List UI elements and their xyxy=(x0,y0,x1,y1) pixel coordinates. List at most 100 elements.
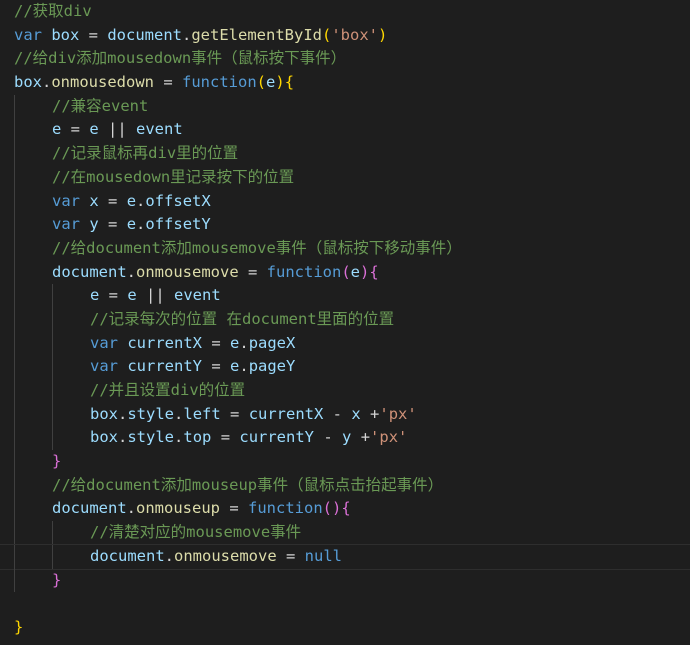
code-token: = xyxy=(98,191,127,210)
code-token: currentY xyxy=(127,357,202,376)
code-line[interactable]: } xyxy=(0,450,690,474)
code-line[interactable]: //清楚对应的mousemove事件 xyxy=(0,521,690,545)
code-line[interactable]: box.onmousedown = function(e){ xyxy=(0,71,690,95)
code-token: //清楚对应的mousemove事件 xyxy=(90,523,302,542)
code-line[interactable]: var x = e.offsetX xyxy=(0,189,690,214)
code-token: onmousemove xyxy=(136,262,239,281)
code-token: document xyxy=(90,546,165,565)
code-token: top xyxy=(183,428,212,447)
code-token: . xyxy=(136,191,146,210)
code-token: style xyxy=(127,404,175,423)
code-token: event xyxy=(136,120,183,139)
code-token: = xyxy=(79,25,108,44)
code-line[interactable]: e = e || event xyxy=(0,284,690,308)
code-line[interactable]: //给document添加mousemove事件（鼠标按下移动事件） xyxy=(0,236,690,261)
indent-guide xyxy=(52,284,53,308)
code-token: e xyxy=(90,286,100,305)
indent-guide xyxy=(14,94,15,119)
code-token: . xyxy=(118,404,128,423)
code-token: e xyxy=(52,120,62,139)
code-token: //在mousedown里记录按下的位置 xyxy=(52,167,295,186)
code-token: onmouseup xyxy=(136,499,220,518)
code-token: = xyxy=(202,333,230,352)
code-token: { xyxy=(284,73,295,92)
code-line[interactable]: //兼容event xyxy=(0,94,690,119)
code-token: document xyxy=(52,499,127,518)
code-token: onmousedown xyxy=(51,73,154,92)
code-token: = xyxy=(211,428,240,447)
code-token: e xyxy=(126,191,137,210)
code-token: pageX xyxy=(248,333,296,352)
code-token: box xyxy=(14,73,42,92)
code-token: //兼容event xyxy=(52,96,149,115)
code-token: . xyxy=(118,428,128,447)
indent-guide xyxy=(14,497,15,522)
indent-guide xyxy=(14,213,15,237)
code-token: 'px' xyxy=(379,404,417,423)
indent-guide xyxy=(14,568,15,593)
indent-guide xyxy=(14,473,15,498)
code-line[interactable]: //记录鼠标再div里的位置 xyxy=(0,142,690,166)
code-token: . xyxy=(182,25,192,44)
code-line[interactable]: document.onmousemove = function(e){ xyxy=(0,260,690,285)
indent-guide xyxy=(14,142,15,166)
code-line[interactable]: var currentY = e.pageY xyxy=(0,355,690,379)
code-token: pageY xyxy=(248,357,296,376)
code-token: box xyxy=(90,428,118,447)
code-token: } xyxy=(14,617,24,636)
code-line[interactable]: document.onmousemove = null xyxy=(0,543,690,570)
code-token: || xyxy=(136,286,175,305)
code-token: y xyxy=(342,428,352,447)
indent-guide xyxy=(52,331,53,356)
code-line[interactable]: document.onmouseup = function(){ xyxy=(0,497,690,522)
code-line[interactable]: //给div添加mousedown事件（鼠标按下事件） xyxy=(0,47,690,71)
code-line[interactable]: } xyxy=(0,616,690,640)
indent-guide xyxy=(52,355,53,379)
code-token: ) xyxy=(275,73,285,92)
code-line[interactable]: //记录每次的位置 在document里面的位置 xyxy=(0,307,690,332)
code-line[interactable]: } xyxy=(0,568,690,593)
code-token: . xyxy=(136,215,146,234)
code-editor[interactable]: //获取div var box = document.getElementById… xyxy=(0,0,690,645)
code-token: = xyxy=(220,404,249,423)
code-token: || xyxy=(98,120,137,139)
code-token: . xyxy=(174,428,184,447)
code-token: function xyxy=(182,73,257,92)
code-token: //获取div xyxy=(14,2,92,20)
code-line[interactable]: //给document添加mouseup事件（鼠标点击抬起事件） xyxy=(0,473,690,498)
code-token: = xyxy=(99,286,128,305)
code-line[interactable]: var y = e.offsetY xyxy=(0,213,690,237)
indent-guide xyxy=(14,284,15,308)
code-token: . xyxy=(164,546,174,565)
indent-guide xyxy=(14,544,15,569)
indent-guide xyxy=(14,236,15,261)
code-line[interactable]: //在mousedown里记录按下的位置 xyxy=(0,165,690,190)
code-token: function xyxy=(266,262,342,281)
code-token: = xyxy=(61,120,90,139)
code-line[interactable]: e = e || event xyxy=(0,118,690,143)
code-token: onmousemove xyxy=(174,546,277,565)
indent-guide xyxy=(14,379,15,403)
code-token: var xyxy=(90,333,118,352)
code-line[interactable]: //并且设置div的位置 xyxy=(0,379,690,403)
code-lines[interactable]: //获取div var box = document.getElementById… xyxy=(0,0,690,640)
code-token: = xyxy=(202,357,230,376)
code-line[interactable]: box.style.left = currentX - x +'px' xyxy=(0,402,690,427)
code-token: e xyxy=(266,73,276,92)
code-token: () xyxy=(322,499,342,518)
code-token: y xyxy=(89,215,99,234)
code-line[interactable]: var box = document.getElementById('box') xyxy=(0,24,690,48)
code-token: e xyxy=(230,333,240,352)
code-line[interactable]: var currentX = e.pageX xyxy=(0,331,690,356)
code-line[interactable]: //获取div xyxy=(0,0,690,24)
code-line[interactable]: box.style.top = currentY - y +'px' xyxy=(0,426,690,451)
indent-guide xyxy=(14,426,15,451)
code-line[interactable] xyxy=(0,592,690,616)
indent-guide xyxy=(52,379,53,403)
indent-guide xyxy=(14,402,15,427)
indent-guide xyxy=(14,165,15,190)
code-token: event xyxy=(174,286,221,305)
